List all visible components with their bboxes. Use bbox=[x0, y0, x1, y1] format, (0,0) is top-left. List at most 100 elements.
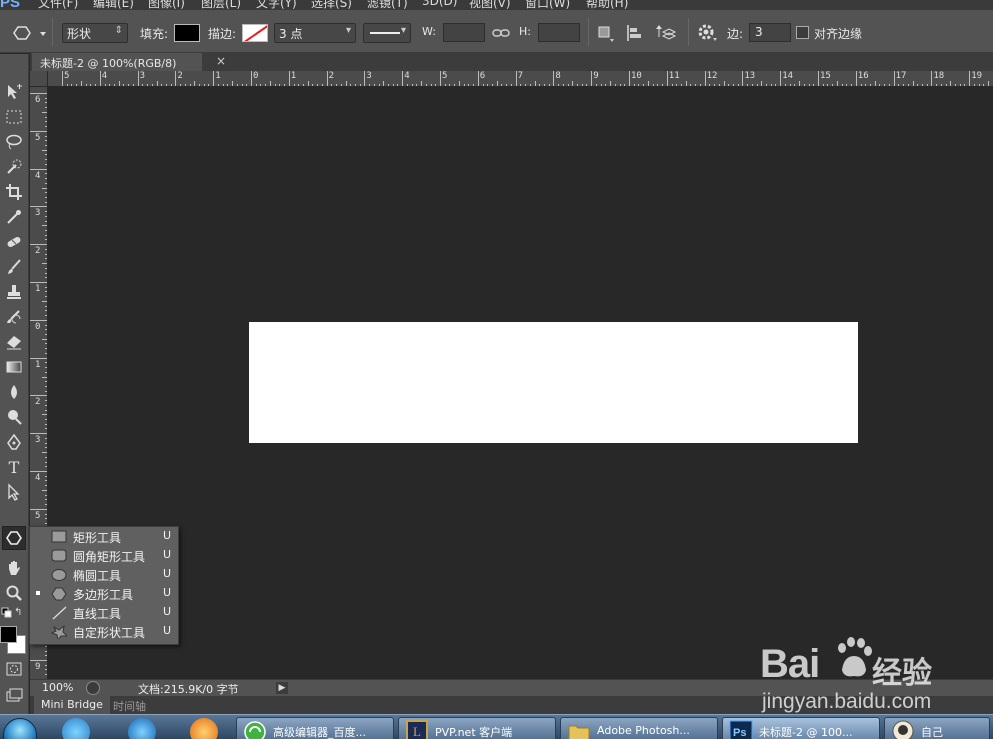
flyout-item-label: 椭圆工具 bbox=[73, 569, 122, 583]
dodge-tool-icon[interactable] bbox=[2, 405, 26, 429]
ruler-label: 1 bbox=[35, 359, 41, 370]
ruler-label: 18 bbox=[933, 71, 945, 81]
flyout-item-polygon[interactable]: 多边形工具 U bbox=[30, 585, 178, 604]
ruler-tick bbox=[30, 130, 47, 132]
ruler-label: 4 bbox=[101, 71, 108, 81]
mode-select[interactable]: 形状 ⇕ bbox=[62, 23, 128, 43]
quick-selection-tool-icon[interactable] bbox=[2, 155, 26, 179]
sides-label: 边: bbox=[727, 27, 744, 41]
menu-window[interactable]: 窗口(W) bbox=[525, 0, 570, 10]
flyout-item-line[interactable]: 直线工具 U bbox=[30, 604, 178, 623]
menu-type[interactable]: 文字(Y) bbox=[256, 0, 297, 10]
flyout-item-rectangle[interactable]: 矩形工具 U bbox=[30, 528, 178, 547]
chevron-down-icon: ▾ bbox=[345, 25, 351, 36]
ruler-tick bbox=[30, 282, 47, 283]
lasso-tool-icon[interactable] bbox=[2, 130, 26, 154]
pen-tool-icon[interactable] bbox=[2, 430, 26, 454]
history-brush-tool-icon[interactable] bbox=[2, 305, 26, 329]
marquee-tool-icon[interactable] bbox=[2, 105, 26, 129]
polygon-icon bbox=[13, 26, 46, 40]
menu-select[interactable]: 选择(S) bbox=[311, 0, 352, 10]
fill-swatch[interactable] bbox=[174, 24, 200, 42]
stroke-type-select[interactable]: ▾ bbox=[363, 23, 411, 43]
ruler-label: 3 bbox=[35, 208, 41, 219]
blur-tool-icon[interactable] bbox=[2, 380, 26, 404]
stroke-width-value: 3 点 bbox=[279, 27, 303, 41]
tools-panel: T ↰ bbox=[0, 54, 29, 739]
flyout-item-ellipse[interactable]: 椭圆工具 U bbox=[30, 566, 178, 585]
ruler-label: 5 bbox=[35, 132, 41, 143]
browser-app-icon[interactable] bbox=[190, 718, 218, 739]
document-tab[interactable]: 未标题-2 @ 100%(RGB/8) bbox=[32, 53, 202, 71]
ruler-label: 5 bbox=[35, 510, 41, 521]
menu-file[interactable]: 文件(F) bbox=[38, 0, 78, 10]
eyedropper-tool-icon[interactable] bbox=[2, 205, 26, 229]
taskbar-button-photoshop[interactable]: Ps 未标题-2 @ 100... bbox=[722, 717, 880, 739]
status-menu-arrow-icon[interactable]: ▶ bbox=[276, 682, 288, 694]
brush-tool-icon[interactable] bbox=[2, 255, 26, 279]
default-colors-icon[interactable] bbox=[1, 607, 13, 619]
quick-mask-icon[interactable] bbox=[2, 657, 26, 681]
path-alignment-icon[interactable] bbox=[625, 23, 645, 43]
zoom-tool-icon[interactable] bbox=[2, 581, 26, 605]
tool-preset-picker[interactable] bbox=[10, 23, 48, 43]
internet-explorer-icon[interactable] bbox=[128, 718, 156, 739]
stamp-tool-icon[interactable] bbox=[2, 280, 26, 304]
flyout-item-custom-shape[interactable]: 自定形状工具 U bbox=[30, 623, 178, 642]
menu-view[interactable]: 视图(V) bbox=[469, 0, 511, 10]
eraser-tool-icon[interactable] bbox=[2, 330, 26, 354]
stroke-width-select[interactable]: 3 点 ▾ bbox=[274, 23, 356, 43]
close-icon[interactable]: × bbox=[216, 54, 226, 68]
width-input[interactable] bbox=[443, 23, 485, 42]
menu-edit[interactable]: 编辑(E) bbox=[93, 0, 134, 10]
menu-layer[interactable]: 图层(L) bbox=[201, 0, 241, 10]
path-selection-tool-icon[interactable] bbox=[2, 480, 26, 504]
stroke-swatch[interactable] bbox=[242, 24, 268, 42]
healing-brush-tool-icon[interactable] bbox=[2, 230, 26, 254]
taskbar-button-editor[interactable]: 高级编辑器_百度... bbox=[236, 717, 394, 739]
zoom-level[interactable]: 100% bbox=[42, 681, 73, 694]
type-tool-icon[interactable]: T bbox=[2, 455, 26, 479]
menu-image[interactable]: 图像(I) bbox=[148, 0, 185, 10]
height-input[interactable] bbox=[538, 23, 580, 42]
move-tool-icon[interactable] bbox=[2, 80, 26, 104]
taskbar-button-chat[interactable]: 自己 bbox=[884, 717, 990, 739]
ruler-label: 7 bbox=[517, 71, 524, 81]
horizontal-ruler[interactable]: 5 4 3 2 1 0 1 2 3 4 5 6 7 8 9 10 11 12 13 14 15 16 17 18 19 bbox=[48, 71, 993, 87]
align-edges-checkbox[interactable] bbox=[796, 26, 809, 39]
polygon-tool-icon[interactable] bbox=[2, 526, 26, 550]
ruler-label: 19 bbox=[971, 71, 983, 81]
flyout-item-label: 圆角矩形工具 bbox=[73, 550, 146, 564]
hand-tool-icon[interactable] bbox=[2, 556, 26, 580]
chevron-down-icon: ▾ bbox=[400, 25, 406, 36]
white-rectangle-shape[interactable] bbox=[249, 322, 858, 443]
foreground-color-swatch[interactable] bbox=[0, 626, 17, 643]
gear-icon[interactable] bbox=[697, 23, 719, 43]
link-icon[interactable] bbox=[492, 25, 510, 41]
sides-input[interactable]: 3 bbox=[749, 23, 791, 42]
gradient-tool-icon[interactable] bbox=[2, 355, 26, 379]
status-info-icon[interactable] bbox=[86, 681, 100, 695]
menu-filter[interactable]: 滤镜(T) bbox=[367, 0, 408, 10]
flyout-item-rounded-rectangle[interactable]: 圆角矩形工具 U bbox=[30, 547, 178, 566]
ruler-tick bbox=[402, 71, 404, 86]
taskbar-button-pvp[interactable]: L PVP.net 客户端 bbox=[398, 717, 556, 739]
path-operations-icon[interactable] bbox=[596, 23, 616, 43]
swap-colors-icon[interactable]: ↰ bbox=[14, 607, 26, 619]
ruler-label: 5 bbox=[442, 71, 448, 81]
line-style-icon bbox=[370, 32, 400, 34]
tab-timeline[interactable]: 时间轴 bbox=[106, 696, 153, 714]
flyout-item-shortcut: U bbox=[163, 586, 172, 599]
screen-mode-icon[interactable] bbox=[2, 684, 26, 708]
pinned-app-icon[interactable] bbox=[62, 718, 90, 739]
canvas-area[interactable] bbox=[48, 87, 993, 679]
menu-help[interactable]: 帮助(H) bbox=[586, 0, 628, 10]
taskbar-button-folder[interactable]: Adobe Photosh... bbox=[560, 717, 718, 739]
tab-mini-bridge[interactable]: Mini Bridge bbox=[34, 696, 110, 714]
ruler-origin[interactable] bbox=[30, 71, 48, 87]
path-arrangement-icon[interactable] bbox=[655, 23, 677, 43]
start-button-icon[interactable] bbox=[3, 718, 37, 739]
crop-tool-icon[interactable] bbox=[2, 180, 26, 204]
ruler-tick bbox=[591, 71, 593, 86]
menu-3d[interactable]: 3D(D) bbox=[422, 0, 457, 8]
